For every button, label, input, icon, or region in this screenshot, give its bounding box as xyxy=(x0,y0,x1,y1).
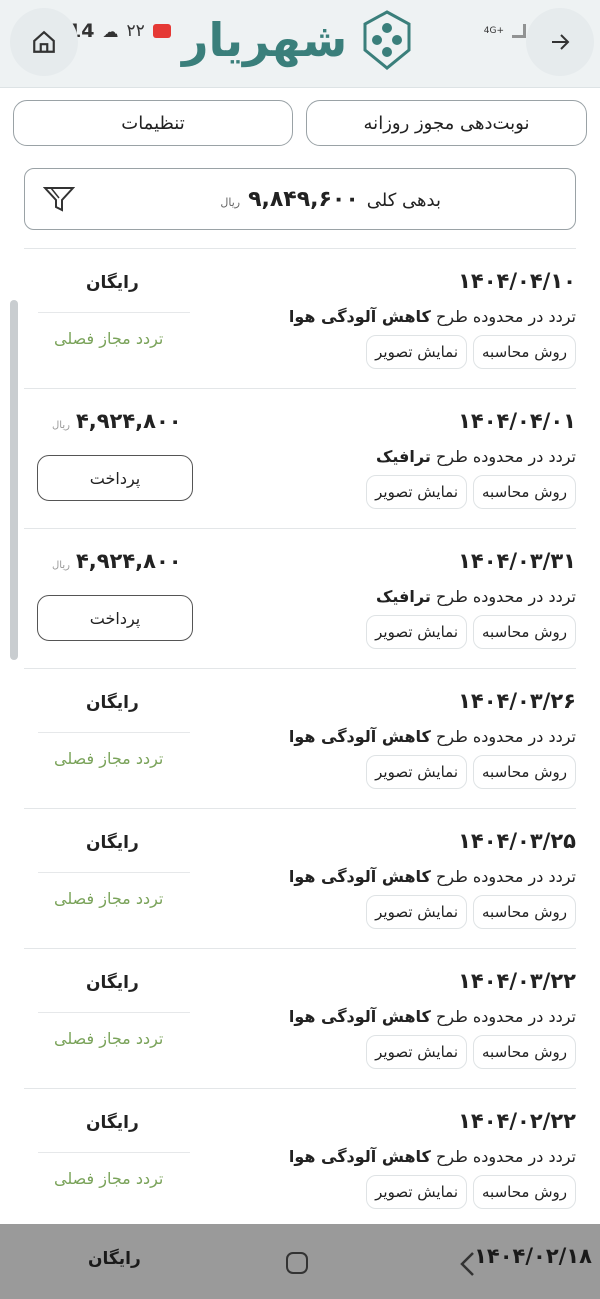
calculation-method-chip[interactable]: روش محاسبه xyxy=(473,755,576,789)
record-amount: ۴,۹۲۴,۸۰۰ ریال xyxy=(52,549,182,573)
record-note: تردد مجاز فصلی xyxy=(54,1169,164,1188)
record-date: ۱۴۰۴/۰۴/۱۰ xyxy=(458,269,576,293)
record-row[interactable]: ۱۴۰۴/۰۳/۳۱ تردد در محدوده طرح ترافیک روش… xyxy=(24,528,576,668)
total-debt-unit: ریال xyxy=(220,196,241,209)
record-description: تردد در محدوده طرح کاهش آلودگی هوا xyxy=(288,1007,576,1026)
calculation-method-chip[interactable]: روش محاسبه xyxy=(473,1035,576,1069)
show-image-chip[interactable]: نمایش تصویر xyxy=(366,1035,467,1069)
record-date: ۱۴۰۴/۰۳/۲۵ xyxy=(458,829,576,853)
home-button[interactable] xyxy=(10,8,78,76)
show-image-chip[interactable]: نمایش تصویر xyxy=(366,1175,467,1209)
network-indicator: 4G+ xyxy=(483,25,504,36)
record-date: ۱۴۰۴/۰۲/۱۸ xyxy=(474,1244,592,1268)
record-description: تردد در محدوده طرح ترافیک xyxy=(376,587,576,606)
record-status: رایگان xyxy=(86,1113,139,1133)
record-row[interactable]: ۱۴۰۴/۰۴/۰۱ تردد در محدوده طرح ترافیک روش… xyxy=(24,388,576,528)
record-note: تردد مجاز فصلی xyxy=(54,1029,164,1048)
calculation-method-chip[interactable]: روش محاسبه xyxy=(473,475,576,509)
nav-home-button[interactable] xyxy=(286,1252,308,1274)
record-status: رایگان xyxy=(86,973,139,993)
total-debt-text: بدهی کلی ۹,۸۴۹,۶۰۰ ریال xyxy=(220,187,441,212)
app-header: 09:14 ☁ ۲۲ 4G+ 60 شهریار xyxy=(0,0,600,88)
show-image-chip[interactable]: نمایش تصویر xyxy=(366,335,467,369)
record-status: رایگان xyxy=(88,1249,141,1269)
calculation-method-chip[interactable]: روش محاسبه xyxy=(473,1175,576,1209)
record-description: تردد در محدوده طرح کاهش آلودگی هوا xyxy=(288,867,576,886)
record-row[interactable]: ۱۴۰۴/۰۴/۱۰ تردد در محدوده طرح کاهش آلودگ… xyxy=(24,248,576,388)
scrollbar[interactable] xyxy=(10,300,18,660)
record-date: ۱۴۰۴/۰۳/۲۲ xyxy=(458,969,576,993)
settings-button[interactable]: تنظیمات xyxy=(13,100,293,146)
pay-button[interactable]: پرداخت xyxy=(37,595,193,641)
record-description: تردد در محدوده طرح کاهش آلودگی هوا xyxy=(288,1147,576,1166)
records-list: ۱۴۰۴/۰۴/۱۰ تردد در محدوده طرح کاهش آلودگ… xyxy=(24,248,576,1228)
record-description: تردد در محدوده طرح کاهش آلودگی هوا xyxy=(288,307,576,326)
record-note: تردد مجاز فصلی xyxy=(54,329,164,348)
system-navigation-bar: ۱۴۰۴/۰۲/۱۸ رایگان xyxy=(0,1224,600,1299)
record-date: ۱۴۰۴/۰۲/۲۲ xyxy=(458,1109,576,1133)
logo-emblem-icon xyxy=(363,10,411,70)
record-row[interactable]: ۱۴۰۴/۰۲/۲۲ تردد در محدوده طرح کاهش آلودگ… xyxy=(24,1088,576,1228)
reserve-daily-permit-button[interactable]: نوبت‌دهی مجوز روزانه xyxy=(306,100,587,146)
record-date: ۱۴۰۴/۰۳/۳۱ xyxy=(458,549,576,573)
calculation-method-chip[interactable]: روش محاسبه xyxy=(473,895,576,929)
pay-button[interactable]: پرداخت xyxy=(37,455,193,501)
divider xyxy=(38,732,190,733)
calculation-method-chip[interactable]: روش محاسبه xyxy=(473,335,576,369)
logo-text: شهریار xyxy=(182,13,348,67)
filter-button[interactable] xyxy=(42,185,76,217)
arrow-right-icon xyxy=(552,34,570,50)
divider xyxy=(38,872,190,873)
show-image-chip[interactable]: نمایش تصویر xyxy=(366,755,467,789)
record-row[interactable]: ۱۴۰۴/۰۳/۲۶ تردد در محدوده طرح کاهش آلودگ… xyxy=(24,668,576,808)
divider xyxy=(38,1152,190,1153)
status-temperature: ۲۲ xyxy=(126,21,145,41)
record-amount: ۴,۹۲۴,۸۰۰ ریال xyxy=(52,409,182,433)
show-image-chip[interactable]: نمایش تصویر xyxy=(366,615,467,649)
total-debt-label: بدهی کلی xyxy=(366,190,441,211)
divider xyxy=(38,312,190,313)
notification-icon xyxy=(152,24,171,38)
signal-icon xyxy=(512,24,526,38)
back-button[interactable] xyxy=(526,8,594,76)
record-description: تردد در محدوده طرح کاهش آلودگی هوا xyxy=(288,727,576,746)
show-image-chip[interactable]: نمایش تصویر xyxy=(366,475,467,509)
record-row[interactable]: ۱۴۰۴/۰۳/۲۲ تردد در محدوده طرح کاهش آلودگ… xyxy=(24,948,576,1088)
record-status: رایگان xyxy=(86,273,139,293)
record-status: رایگان xyxy=(86,833,139,853)
nav-back-icon[interactable] xyxy=(458,1250,478,1278)
divider xyxy=(38,1012,190,1013)
record-note: تردد مجاز فصلی xyxy=(54,749,164,768)
total-debt-amount: ۹,۸۴۹,۶۰۰ xyxy=(248,187,359,212)
show-image-chip[interactable]: نمایش تصویر xyxy=(366,895,467,929)
record-status: رایگان xyxy=(86,693,139,713)
record-note: تردد مجاز فصلی xyxy=(54,889,164,908)
record-description: تردد در محدوده طرح ترافیک xyxy=(376,447,576,466)
filter-icon xyxy=(42,187,76,212)
home-icon xyxy=(33,30,55,53)
record-row[interactable]: ۱۴۰۴/۰۳/۲۵ تردد در محدوده طرح کاهش آلودگ… xyxy=(24,808,576,948)
calculation-method-chip[interactable]: روش محاسبه xyxy=(473,615,576,649)
app-logo: شهریار xyxy=(182,10,415,70)
total-debt-box: بدهی کلی ۹,۸۴۹,۶۰۰ ریال xyxy=(24,168,576,230)
record-date: ۱۴۰۴/۰۳/۲۶ xyxy=(458,689,576,713)
cloud-icon: ☁ xyxy=(102,21,119,41)
record-date: ۱۴۰۴/۰۴/۰۱ xyxy=(458,409,576,433)
